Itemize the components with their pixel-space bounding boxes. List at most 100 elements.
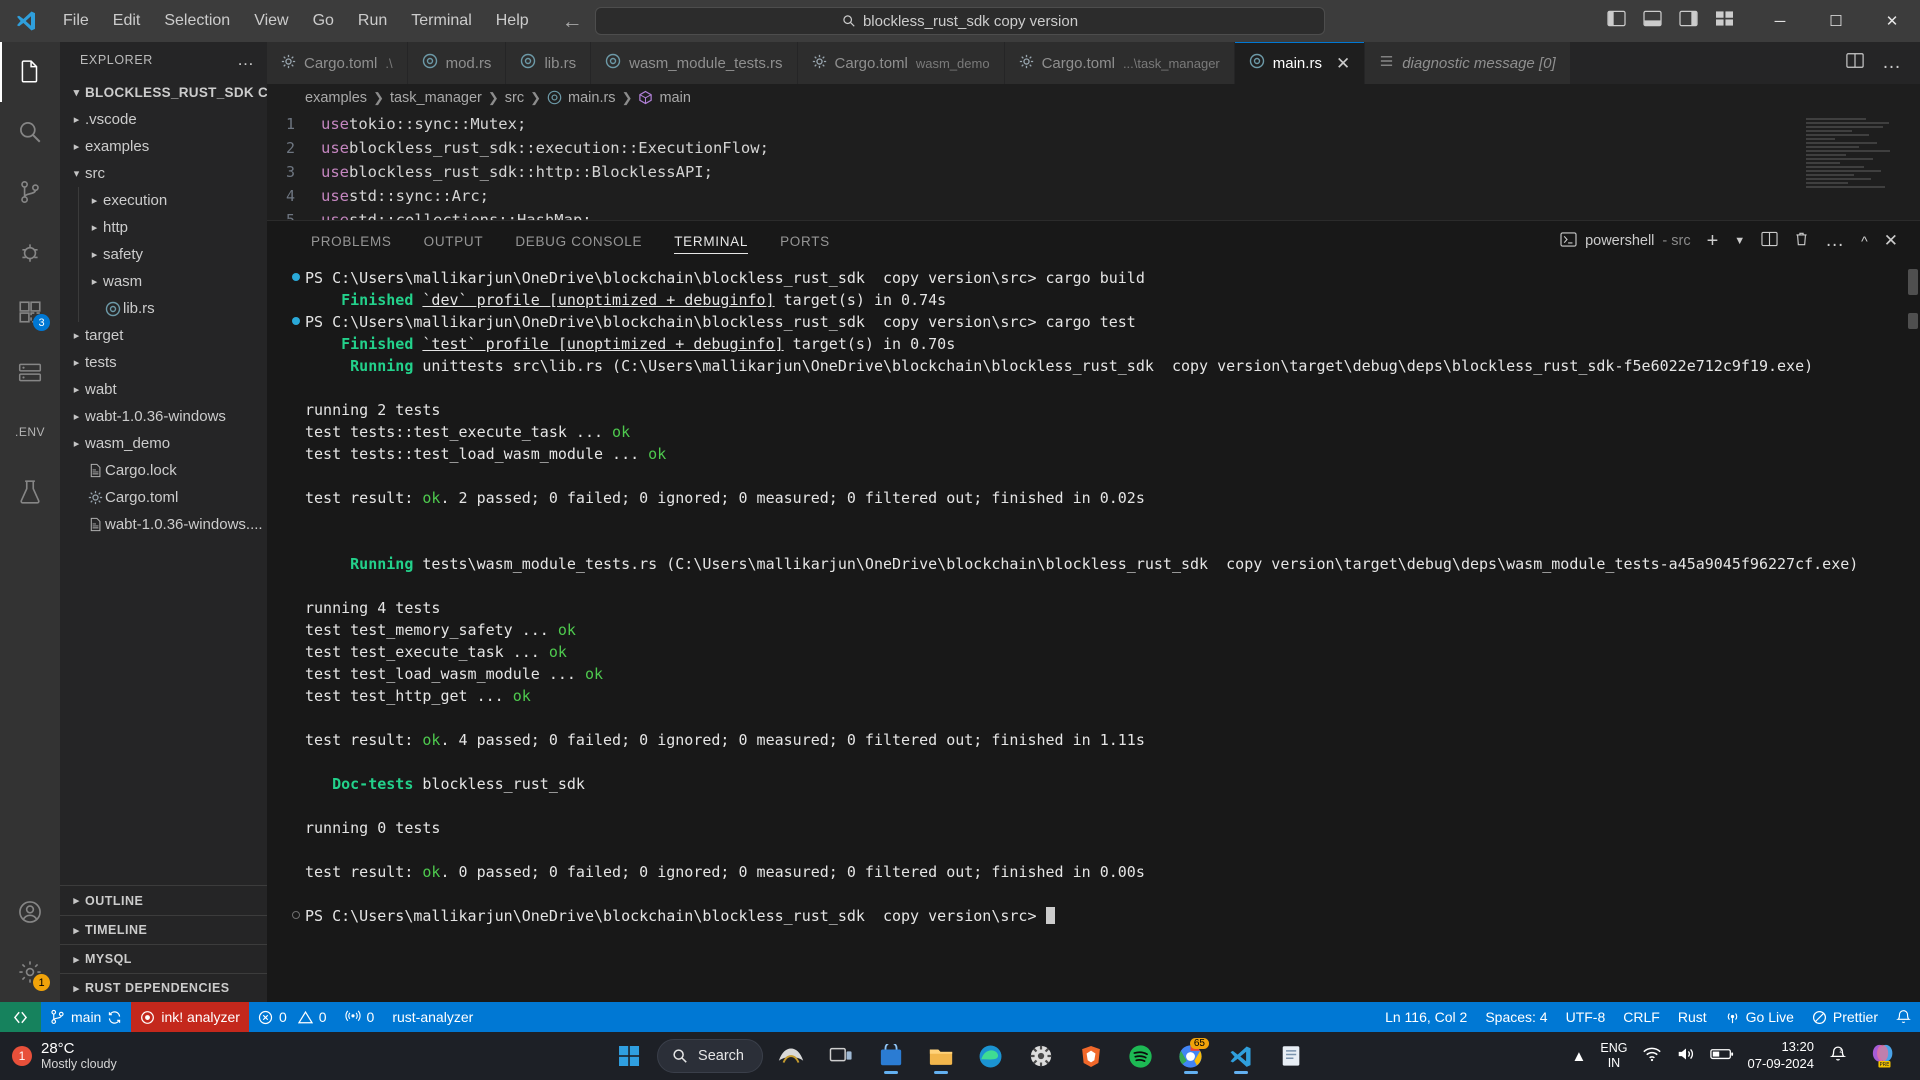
copilot-preview-icon[interactable]: PRE xyxy=(1862,1036,1906,1076)
status-indentation[interactable]: Spaces: 4 xyxy=(1476,1002,1556,1032)
spotify-icon[interactable] xyxy=(1119,1036,1163,1076)
menu-go[interactable]: Go xyxy=(302,8,345,34)
vscode-icon[interactable] xyxy=(1219,1036,1263,1076)
store-icon[interactable] xyxy=(869,1036,913,1076)
copilot-icon[interactable] xyxy=(769,1036,813,1076)
wifi-icon[interactable] xyxy=(1642,1045,1662,1068)
breadcrumb-item-main[interactable]: main xyxy=(659,90,690,106)
breadcrumb-item-examples[interactable]: examples xyxy=(305,90,367,106)
sidebar-item-source-control[interactable] xyxy=(0,162,60,222)
split-editor-icon[interactable] xyxy=(1846,52,1864,74)
folder-icon[interactable] xyxy=(919,1036,963,1076)
windows-start-icon[interactable] xyxy=(607,1036,651,1076)
sidebar-item-search[interactable] xyxy=(0,102,60,162)
editor-tab-lib-rs-2[interactable]: lib.rs xyxy=(506,42,592,84)
menu-help[interactable]: Help xyxy=(485,8,540,34)
editor-tab-cargo-toml-4[interactable]: Cargo.toml wasm_demo xyxy=(797,42,1005,84)
sidebar-item-extensions[interactable]: 3 xyxy=(0,282,60,342)
split-terminal-icon[interactable] xyxy=(1761,231,1778,251)
tree-item-examples[interactable]: ▸ examples xyxy=(60,133,267,160)
command-center[interactable]: blockless_rust_sdk copy version xyxy=(595,7,1325,35)
editor-minimap[interactable] xyxy=(1806,118,1902,214)
editor-tab-main-rs-6[interactable]: main.rs ✕ xyxy=(1234,42,1366,84)
terminal-shell-selector[interactable]: powershell - src xyxy=(1560,231,1691,251)
menu-selection[interactable]: Selection xyxy=(153,8,241,34)
toggle-primary-sidebar-icon[interactable] xyxy=(1607,10,1626,32)
breadcrumb-item-mainrs[interactable]: main.rs xyxy=(568,90,616,106)
code-editor[interactable]: 1 use tokio::sync::Mutex; 2 use blockless_r… xyxy=(267,112,1920,220)
menu-terminal[interactable]: Terminal xyxy=(400,8,482,34)
customize-layout-icon[interactable] xyxy=(1715,10,1734,32)
editor-tab-cargo-toml-5[interactable]: Cargo.toml ...\task_manager xyxy=(1004,42,1235,84)
terminal-scrollbar[interactable] xyxy=(1908,269,1918,295)
editor-more-actions-icon[interactable]: … xyxy=(1882,52,1902,74)
edge-icon[interactable] xyxy=(969,1036,1013,1076)
terminal-scrollbar-secondary[interactable] xyxy=(1908,313,1918,329)
status-rust-analyzer[interactable]: rust-analyzer xyxy=(383,1002,482,1032)
status-language-mode[interactable]: Rust xyxy=(1669,1002,1716,1032)
sidebar-item-explorer[interactable] xyxy=(0,42,60,102)
tree-item-wabt-1-0-36-windows[interactable]: ▸ wabt-1.0.36-windows xyxy=(60,403,267,430)
settings-icon[interactable] xyxy=(1019,1036,1063,1076)
chevron-down-icon[interactable]: ▼ xyxy=(1734,235,1745,247)
window-maximize-button[interactable]: ☐ xyxy=(1808,0,1864,42)
tree-item-wabt[interactable]: ▸ wabt xyxy=(60,376,267,403)
menu-run[interactable]: Run xyxy=(347,8,398,34)
tray-language[interactable]: ENG IN xyxy=(1600,1041,1627,1071)
tree-item-lib-rs[interactable]: lib.rs xyxy=(60,295,267,322)
breadcrumb-item-task-manager[interactable]: task_manager xyxy=(390,90,482,106)
status-prettier[interactable]: Prettier xyxy=(1803,1002,1887,1032)
maximize-panel-icon[interactable]: ^ xyxy=(1861,233,1868,249)
tree-item-tests[interactable]: ▸ tests xyxy=(60,349,267,376)
editor-tab-diagnostic-message-0-7[interactable]: diagnostic message [0] xyxy=(1365,42,1571,84)
panel-rust-dependencies[interactable]: ▸ RUST DEPENDENCIES xyxy=(60,973,267,1002)
status-notifications[interactable] xyxy=(1887,1002,1920,1032)
tree-item-safety[interactable]: ▸ safety xyxy=(60,241,267,268)
bell-sleep-icon[interactable]: z xyxy=(1828,1044,1848,1069)
tree-item-http[interactable]: ▸ http xyxy=(60,214,267,241)
editor-tab-cargo-toml-0[interactable]: Cargo.toml .\ xyxy=(267,42,408,84)
kill-terminal-icon[interactable] xyxy=(1794,231,1809,251)
status-problems[interactable]: 0 0 xyxy=(249,1002,336,1032)
battery-icon[interactable] xyxy=(1709,1046,1734,1067)
sidebar-item-remote-explorer[interactable] xyxy=(0,342,60,402)
arrow-left-icon[interactable]: ← xyxy=(562,11,583,32)
sidebar-item-run-and-debug[interactable] xyxy=(0,222,60,282)
tab-ports[interactable]: PORTS xyxy=(764,221,846,261)
tree-item-wasm[interactable]: ▸ wasm xyxy=(60,268,267,295)
notepad-icon[interactable] xyxy=(1269,1036,1313,1076)
chevron-up-icon[interactable]: ▲ xyxy=(1572,1048,1587,1065)
tree-item-cargo-toml[interactable]: Cargo.toml xyxy=(60,484,267,511)
settings-button[interactable]: 1 xyxy=(0,942,60,1002)
tree-item-src[interactable]: ▾ src xyxy=(60,160,267,187)
editor-tab-mod-rs-1[interactable]: mod.rs xyxy=(407,42,507,84)
terminal-more-actions-icon[interactable]: … xyxy=(1825,230,1845,252)
taskbar-search[interactable]: Search xyxy=(657,1039,763,1073)
sidebar-item-test-explorer[interactable] xyxy=(0,462,60,522)
panel-mysql[interactable]: ▸ MYSQL xyxy=(60,944,267,973)
sidebar-more-actions-icon[interactable]: … xyxy=(237,50,255,70)
tree-item-target[interactable]: ▸ target xyxy=(60,322,267,349)
task-view-icon[interactable] xyxy=(819,1036,863,1076)
volume-icon[interactable] xyxy=(1676,1045,1696,1068)
tab-problems[interactable]: PROBLEMS xyxy=(295,221,408,261)
tree-item-cargo-lock[interactable]: Cargo.lock xyxy=(60,457,267,484)
tree-item-wasm-demo[interactable]: ▸ wasm_demo xyxy=(60,430,267,457)
status-ink-analyzer[interactable]: ink! analyzer xyxy=(131,1002,249,1032)
toggle-secondary-sidebar-icon[interactable] xyxy=(1679,10,1698,32)
chrome-icon[interactable]: 65 xyxy=(1169,1036,1213,1076)
toggle-panel-icon[interactable] xyxy=(1643,10,1662,32)
accounts-button[interactable] xyxy=(0,882,60,942)
taskbar-weather-widget[interactable]: 1 28°C Mostly cloudy xyxy=(0,1040,230,1072)
status-branch[interactable]: main xyxy=(41,1002,131,1032)
terminal-output[interactable]: PS C:\Users\mallikarjun\OneDrive\blockch… xyxy=(267,261,1920,1002)
tray-clock[interactable]: 13:20 07-09-2024 xyxy=(1748,1039,1815,1073)
tab-debug-console[interactable]: DEBUG CONSOLE xyxy=(499,221,658,261)
tree-item-vscode[interactable]: ▸ .vscode xyxy=(60,106,267,133)
tab-terminal[interactable]: TERMINAL xyxy=(658,221,764,261)
breadcrumb-item-src[interactable]: src xyxy=(505,90,524,106)
close-icon[interactable]: ✕ xyxy=(1336,55,1350,72)
status-eol[interactable]: CRLF xyxy=(1614,1002,1669,1032)
editor-tab-wasm-module-tests-rs-3[interactable]: wasm_module_tests.rs xyxy=(591,42,798,84)
tree-root-folder[interactable]: ▾ BLOCKLESS_RUST_SDK CO... xyxy=(60,79,267,106)
